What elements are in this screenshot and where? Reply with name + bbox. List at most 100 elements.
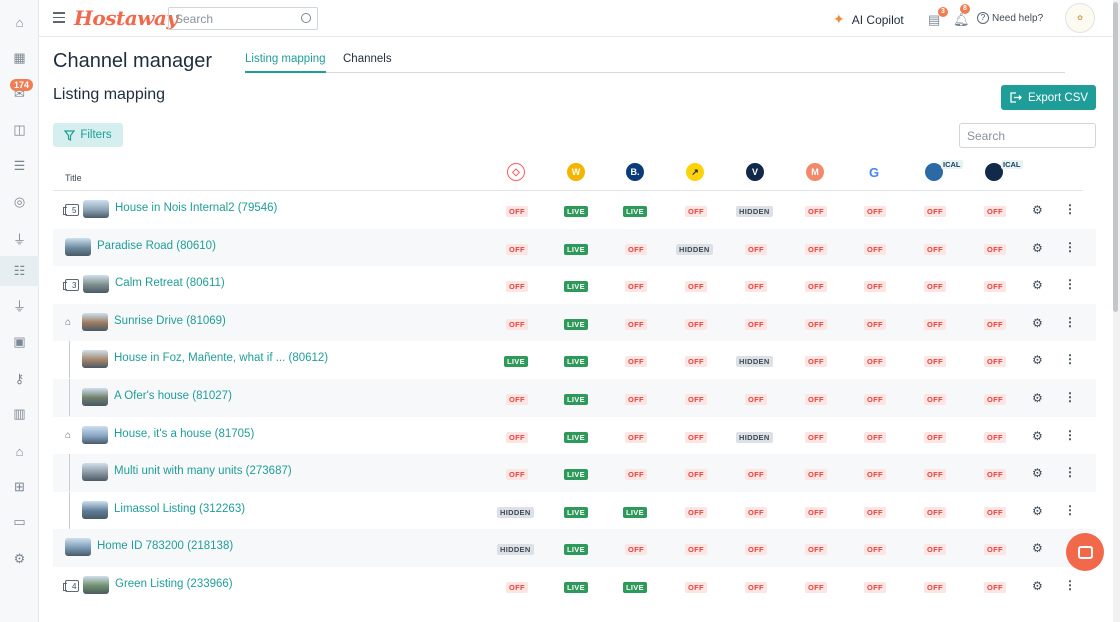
status-badge[interactable]: OFF bbox=[506, 281, 528, 293]
status-badge[interactable]: OFF bbox=[805, 356, 827, 368]
status-badge[interactable]: LIVE bbox=[564, 582, 588, 593]
status-badge[interactable]: OFF bbox=[984, 356, 1006, 368]
sidebar-home-icon[interactable]: ⌂ bbox=[0, 7, 39, 37]
sidebar-sitemap-icon[interactable]: ⊞ bbox=[0, 472, 39, 502]
listing-title-link[interactable]: Calm Retreat (80611) bbox=[115, 277, 225, 289]
ai-copilot-button[interactable]: ✦ AI Copilot bbox=[833, 11, 904, 28]
gear-icon[interactable]: ⚙ bbox=[1032, 579, 1043, 593]
listing-title-link[interactable]: House in Nois Internal2 (79546) bbox=[115, 202, 277, 214]
table-row[interactable]: Paradise Road (80610) OFF LIVE OFF HIDDEN OFF… bbox=[53, 228, 1096, 267]
listing-title-link[interactable]: Multi unit with many units (273687) bbox=[114, 465, 292, 477]
status-badge[interactable]: HIDDEN bbox=[676, 243, 713, 255]
sidebar-calendar-icon[interactable]: ▦ bbox=[0, 43, 39, 73]
gear-icon[interactable]: ⚙ bbox=[1032, 504, 1043, 518]
listing-title-link[interactable]: Home ID 783200 (218138) bbox=[97, 540, 233, 552]
status-badge[interactable]: OFF bbox=[984, 506, 1006, 518]
status-badge[interactable]: OFF bbox=[805, 506, 827, 518]
status-badge[interactable]: OFF bbox=[685, 506, 707, 518]
status-badge[interactable]: OFF bbox=[745, 544, 767, 556]
more-options-icon[interactable]: ⋮ bbox=[1064, 428, 1076, 442]
more-options-icon[interactable]: ⋮ bbox=[1064, 390, 1076, 404]
status-badge[interactable]: HIDDEN bbox=[736, 356, 773, 368]
table-row[interactable]: 5 House in Nois Internal2 (79546) OFF LIVE L… bbox=[53, 191, 1096, 229]
status-badge[interactable]: OFF bbox=[685, 281, 707, 293]
status-badge[interactable]: LIVE bbox=[504, 356, 528, 368]
gear-icon[interactable]: ⚙ bbox=[1032, 541, 1043, 555]
sidebar-layout-icon[interactable]: ▭ bbox=[0, 507, 39, 537]
gear-icon[interactable]: ⚙ bbox=[1032, 316, 1043, 330]
status-badge[interactable]: OFF bbox=[745, 243, 767, 255]
table-row[interactable]: 4 Green Listing (233966) OFF LIVE LIVE OFF OFF… bbox=[53, 567, 1096, 605]
table-row[interactable]: 3 Calm Retreat (80611) OFF LIVE OFF OFF OFF OFF… bbox=[53, 266, 1096, 304]
chat-widget-button[interactable] bbox=[1066, 533, 1104, 571]
global-search-input[interactable]: Search bbox=[168, 7, 318, 30]
status-badge[interactable]: OFF bbox=[506, 431, 528, 443]
status-badge[interactable]: OFF bbox=[924, 243, 946, 255]
more-options-icon[interactable]: ⋮ bbox=[1064, 202, 1076, 216]
status-badge[interactable]: OFF bbox=[685, 356, 707, 368]
menu-icon[interactable] bbox=[53, 12, 65, 23]
status-badge[interactable]: OFF bbox=[745, 318, 767, 330]
status-badge[interactable]: OFF bbox=[685, 431, 707, 443]
status-badge[interactable]: LIVE bbox=[623, 506, 647, 518]
sidebar-money-icon[interactable]: ◎ bbox=[0, 187, 39, 217]
more-options-icon[interactable]: ⋮ bbox=[1064, 315, 1076, 329]
status-badge[interactable]: OFF bbox=[924, 544, 946, 556]
status-badge[interactable]: OFF bbox=[506, 394, 528, 405]
status-badge[interactable]: OFF bbox=[625, 469, 647, 481]
gear-icon[interactable]: ⚙ bbox=[1032, 429, 1043, 443]
table-search-input[interactable]: Search bbox=[959, 123, 1096, 148]
status-badge[interactable]: LIVE bbox=[564, 206, 588, 217]
status-badge[interactable]: OFF bbox=[805, 243, 827, 255]
sidebar-plug-icon[interactable]: ⏚ bbox=[0, 290, 39, 320]
sidebar-gear-icon[interactable]: ⚙ bbox=[0, 544, 39, 574]
table-row[interactable]: Multi unit with many units (273687) OFF LI… bbox=[53, 454, 1096, 492]
sidebar-key-icon[interactable]: ⚷ bbox=[0, 364, 39, 394]
status-badge[interactable]: OFF bbox=[625, 544, 647, 556]
status-badge[interactable]: OFF bbox=[805, 318, 827, 330]
status-badge[interactable]: OFF bbox=[984, 243, 1006, 255]
status-badge[interactable]: HIDDEN bbox=[736, 431, 773, 443]
listing-title-link[interactable]: Limassol Listing (312263) bbox=[114, 503, 245, 515]
status-badge[interactable]: OFF bbox=[745, 582, 767, 593]
scrollbar-thumb[interactable] bbox=[1113, 2, 1118, 312]
gear-icon[interactable]: ⚙ bbox=[1032, 241, 1043, 255]
table-row[interactable]: A Ofer's house (81027) OFF LIVE OFF OFF OFF OF… bbox=[53, 379, 1096, 417]
status-badge[interactable]: OFF bbox=[685, 318, 707, 330]
scrollbar[interactable] bbox=[1113, 0, 1120, 622]
avatar[interactable]: ✿ bbox=[1065, 3, 1095, 33]
status-badge[interactable]: HIDDEN bbox=[736, 206, 773, 217]
table-row[interactable]: ⌂ House, it's a house (81705) OFF LIVE OFF OF… bbox=[53, 417, 1096, 455]
export-csv-button[interactable]: Export CSV bbox=[1001, 85, 1096, 110]
status-badge[interactable]: LIVE bbox=[564, 506, 588, 518]
status-badge[interactable]: OFF bbox=[924, 469, 946, 481]
status-badge[interactable]: OFF bbox=[625, 356, 647, 368]
tab-channels[interactable]: Channels bbox=[343, 53, 392, 71]
sidebar-chart-icon[interactable]: ▥ bbox=[0, 399, 39, 429]
more-options-icon[interactable]: ⋮ bbox=[1064, 465, 1076, 479]
status-badge[interactable]: OFF bbox=[805, 544, 827, 556]
status-badge[interactable]: OFF bbox=[745, 469, 767, 481]
status-badge[interactable]: OFF bbox=[864, 431, 886, 443]
status-badge[interactable]: OFF bbox=[685, 469, 707, 481]
status-badge[interactable]: OFF bbox=[805, 394, 827, 405]
status-badge[interactable]: OFF bbox=[745, 506, 767, 518]
status-badge[interactable]: OFF bbox=[685, 582, 707, 593]
status-badge[interactable]: OFF bbox=[864, 243, 886, 255]
status-badge[interactable]: OFF bbox=[506, 206, 528, 217]
status-badge[interactable]: OFF bbox=[984, 206, 1006, 217]
gear-icon[interactable]: ⚙ bbox=[1032, 466, 1043, 480]
status-badge[interactable]: OFF bbox=[984, 469, 1006, 481]
status-badge[interactable]: OFF bbox=[506, 318, 528, 330]
sidebar-briefcase-icon[interactable]: ▣ bbox=[0, 327, 39, 357]
sidebar-house-icon[interactable]: ⌂ bbox=[0, 436, 39, 466]
sidebar-reservations-icon[interactable]: ◫ bbox=[0, 115, 39, 145]
status-badge[interactable]: OFF bbox=[984, 394, 1006, 405]
gear-icon[interactable]: ⚙ bbox=[1032, 278, 1043, 292]
status-badge[interactable]: OFF bbox=[685, 206, 707, 217]
status-badge[interactable]: OFF bbox=[984, 281, 1006, 293]
table-row[interactable]: ⌂ Sunrise Drive (81069) OFF LIVE OFF OFF OFF OF… bbox=[53, 303, 1096, 342]
status-badge[interactable]: LIVE bbox=[623, 206, 647, 217]
status-badge[interactable]: LIVE bbox=[564, 544, 588, 556]
status-badge[interactable]: OFF bbox=[924, 206, 946, 217]
